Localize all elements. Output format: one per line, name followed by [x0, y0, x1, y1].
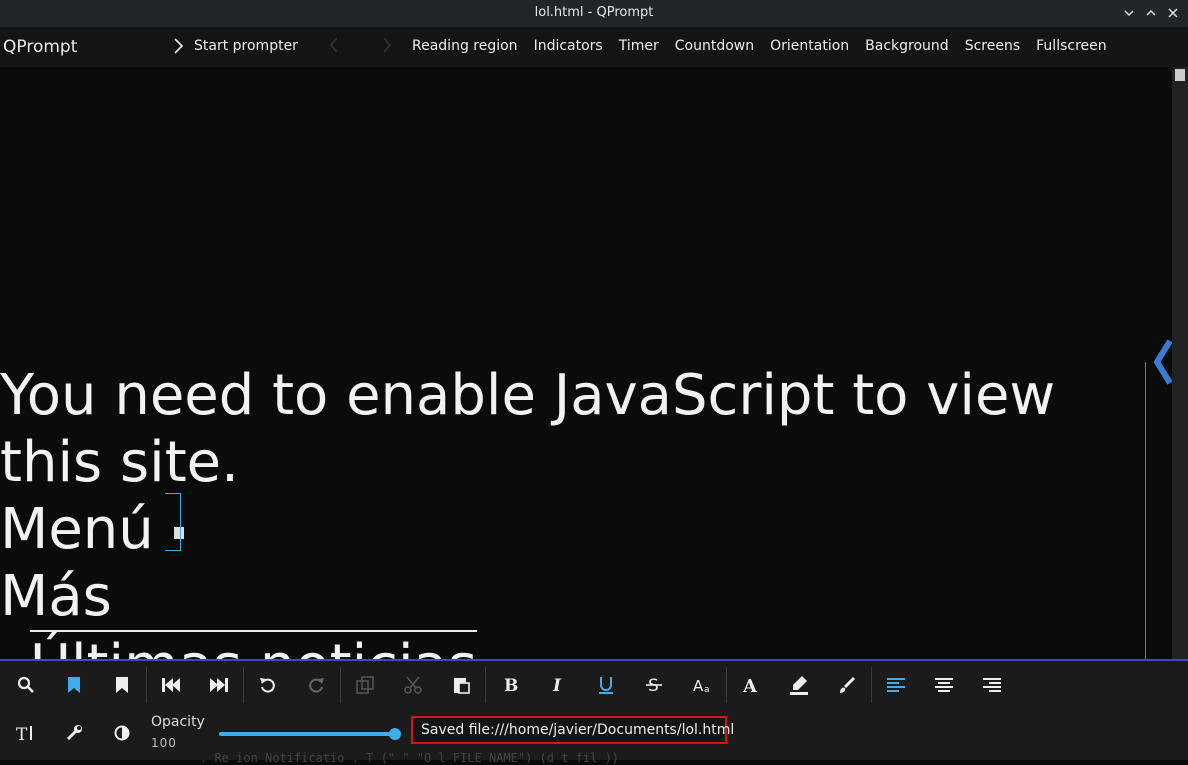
menu-countdown[interactable]: Countdown: [675, 38, 754, 54]
svg-text:T: T: [16, 725, 28, 742]
font-size-button[interactable]: Aa: [678, 665, 726, 705]
menu-items: Reading region Indicators Timer Countdow…: [412, 38, 1107, 54]
start-prompter-label: Start prompter: [194, 38, 298, 54]
font-icon: A: [742, 676, 758, 694]
settings-button[interactable]: [50, 713, 98, 753]
search-button[interactable]: [2, 665, 50, 705]
opacity-slider-handle[interactable]: [389, 728, 401, 740]
opacity-slider[interactable]: [219, 732, 395, 736]
redo-button[interactable]: [292, 665, 340, 705]
align-right-icon: [983, 678, 1001, 692]
text-line: You need to enable JavaScript to view: [0, 363, 1056, 428]
chevron-right-icon: [174, 38, 184, 54]
underline-icon: [599, 677, 613, 694]
menu-reading-region[interactable]: Reading region: [412, 38, 518, 54]
italic-button[interactable]: I: [534, 665, 582, 705]
text-settings-icon: T: [16, 725, 32, 742]
minimize-icon[interactable]: [1120, 3, 1138, 23]
font-size-icon: Aa: [693, 677, 710, 694]
text-line: Más: [0, 564, 112, 629]
strikethrough-icon: S: [646, 676, 662, 694]
menu-screens[interactable]: Screens: [965, 38, 1020, 54]
next-icon[interactable]: [381, 35, 393, 55]
wrench-icon: [66, 725, 82, 741]
align-left-button[interactable]: [872, 665, 920, 705]
svg-text:B: B: [504, 676, 518, 694]
svg-text:A: A: [742, 676, 758, 694]
skip-forward-icon: [210, 678, 228, 692]
svg-text:I: I: [552, 676, 562, 694]
pointer-marker-icon[interactable]: [1153, 338, 1172, 386]
prompt-text[interactable]: You need to enable JavaScript to view th…: [0, 362, 1055, 659]
scrollbar-thumb[interactable]: [1175, 69, 1185, 81]
app-name: QPrompt: [3, 37, 78, 57]
paint-brush-button[interactable]: [823, 665, 871, 705]
text-cursor-bracket: [165, 493, 181, 551]
svg-text:A: A: [693, 677, 704, 694]
skip-back-icon: [162, 678, 180, 692]
paste-icon: [454, 678, 470, 694]
menu-timer[interactable]: Timer: [619, 38, 659, 54]
previous-icon[interactable]: [328, 35, 340, 55]
bold-button[interactable]: B: [486, 665, 534, 705]
align-center-button[interactable]: [920, 665, 968, 705]
menu-orientation[interactable]: Orientation: [770, 38, 849, 54]
editor-scrollbar[interactable]: [1172, 67, 1188, 660]
editor-toolbar: B I S Aa A T Opacity 100 Saved file:///h…: [0, 659, 1188, 765]
bookmark-icon: [116, 677, 128, 693]
start-prompter-button[interactable]: Start prompter: [172, 37, 298, 55]
status-message: Saved file:///home/javier/Documents/lol.…: [411, 716, 734, 744]
undo-icon: [260, 678, 275, 693]
copy-icon: [356, 676, 374, 694]
italic-icon: I: [552, 676, 562, 694]
prompter-editor[interactable]: You need to enable JavaScript to view th…: [0, 67, 1172, 659]
align-left-icon: [887, 678, 905, 692]
copy-button[interactable]: [341, 665, 389, 705]
paint-brush-icon: [840, 676, 856, 693]
contrast-button[interactable]: [98, 713, 146, 753]
opacity-label: Opacity: [151, 714, 205, 730]
window-controls: [1120, 3, 1182, 23]
menu-fullscreen[interactable]: Fullscreen: [1036, 38, 1106, 54]
font-button[interactable]: A: [727, 665, 775, 705]
cut-icon: [404, 676, 422, 694]
bookmark-button[interactable]: [98, 665, 146, 705]
align-center-icon: [935, 678, 953, 692]
bold-icon: B: [504, 676, 518, 694]
highlight-icon: [790, 676, 808, 695]
title-bar: lol.html - QPrompt: [0, 0, 1188, 27]
strikethrough-button[interactable]: S: [630, 665, 678, 705]
cut-button[interactable]: [389, 665, 437, 705]
text-line: Menú: [0, 497, 154, 562]
bookmark-filled-icon: [68, 677, 80, 693]
maximize-icon[interactable]: [1142, 3, 1160, 23]
opacity-value: 100: [151, 736, 177, 750]
menu-indicators[interactable]: Indicators: [534, 38, 603, 54]
underline-button[interactable]: [582, 665, 630, 705]
reading-region-line: [1145, 362, 1146, 660]
text-settings-button[interactable]: T: [2, 713, 50, 753]
menu-background[interactable]: Background: [865, 38, 949, 54]
text-line: Últimas noticias: [30, 630, 478, 659]
text-line: this site.: [0, 430, 239, 495]
svg-text:a: a: [704, 685, 710, 694]
search-icon: [17, 676, 34, 693]
bookmark-add-button[interactable]: [50, 665, 98, 705]
window-title: lol.html - QPrompt: [534, 5, 654, 20]
background-text: . Re ion Notificatio . T (" " "O l FILE …: [200, 751, 620, 765]
undo-button[interactable]: [244, 665, 292, 705]
close-icon[interactable]: [1164, 3, 1182, 23]
contrast-icon: [114, 725, 130, 741]
align-right-button[interactable]: [968, 665, 1016, 705]
previous-marker-button[interactable]: [147, 665, 195, 705]
next-marker-button[interactable]: [195, 665, 243, 705]
paste-button[interactable]: [437, 665, 485, 705]
menu-bar: QPrompt Start prompter Reading region In…: [0, 27, 1188, 67]
redo-icon: [309, 678, 324, 693]
highlight-button[interactable]: [775, 665, 823, 705]
